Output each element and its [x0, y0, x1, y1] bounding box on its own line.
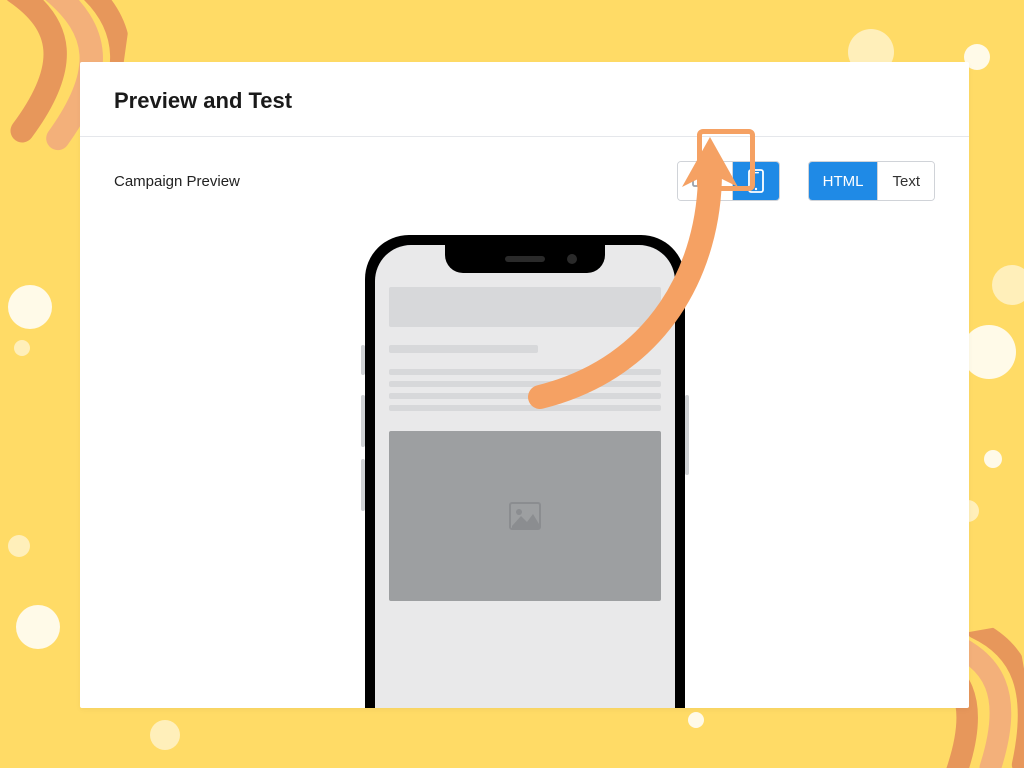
desktop-toggle[interactable] [678, 162, 732, 200]
page-title: Preview and Test [114, 88, 935, 114]
decor-dot [150, 720, 180, 750]
card-header: Preview and Test [80, 62, 969, 137]
skeleton-line [389, 393, 661, 399]
phone-icon [747, 169, 765, 193]
decor-dot [14, 340, 30, 356]
decor-dot [984, 450, 1002, 468]
decor-dot [992, 265, 1024, 305]
card-body: Campaign Preview [80, 137, 969, 701]
email-skeleton [389, 287, 661, 708]
html-format-button[interactable]: HTML [809, 162, 878, 200]
decor-dot [962, 325, 1016, 379]
preview-card: Preview and Test Campaign Preview [80, 62, 969, 708]
phone-preview [365, 235, 685, 708]
phone-side-button [685, 395, 689, 475]
preview-toolbar: Campaign Preview [114, 159, 935, 203]
skeleton-line [389, 405, 661, 411]
image-placeholder-icon [509, 502, 541, 530]
skeleton-line [389, 369, 661, 375]
skeleton-hero-block [389, 287, 661, 327]
phone-frame [365, 235, 685, 708]
mobile-toggle[interactable] [732, 162, 779, 200]
device-toggle-group [677, 161, 780, 201]
section-label: Campaign Preview [114, 173, 240, 190]
text-format-button[interactable]: Text [877, 162, 934, 200]
decor-dot [16, 605, 60, 649]
desktop-icon [692, 170, 718, 192]
skeleton-image-placeholder [389, 431, 661, 601]
phone-side-button [361, 459, 365, 511]
skeleton-subtitle-block [389, 345, 539, 353]
phone-side-button [361, 395, 365, 447]
toolbar-right: HTML Text [677, 161, 935, 201]
phone-screen [375, 245, 675, 708]
decor-dot [688, 712, 704, 728]
decor-dot [8, 285, 52, 329]
decorative-background: Preview and Test Campaign Preview [0, 0, 1024, 768]
skeleton-text-lines [389, 369, 661, 411]
decor-dot [8, 535, 30, 557]
phone-side-button [361, 345, 365, 375]
format-toggle-group: HTML Text [808, 161, 935, 201]
skeleton-line [389, 381, 661, 387]
phone-notch [445, 245, 605, 273]
